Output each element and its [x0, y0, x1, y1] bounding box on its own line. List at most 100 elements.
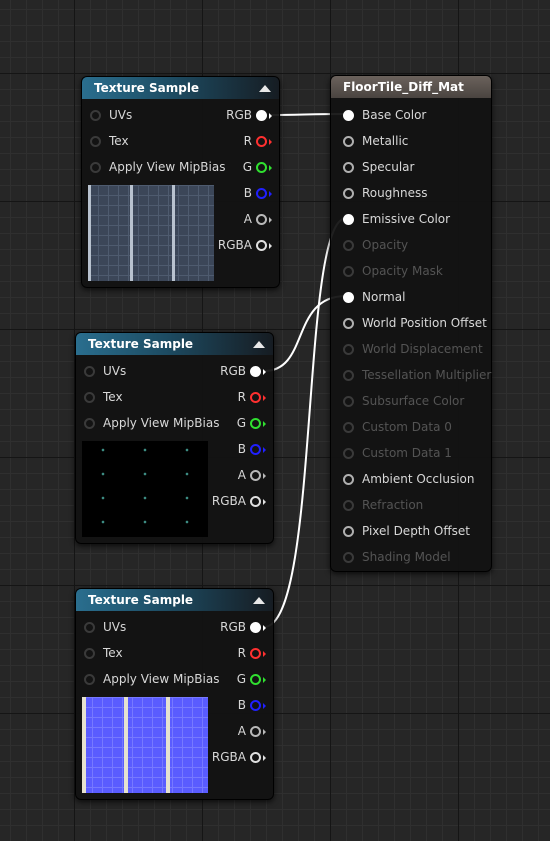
material-input-label: Emissive Color	[362, 212, 451, 226]
collapse-arrow-icon[interactable]	[253, 597, 265, 604]
a-output-label: A	[237, 468, 246, 482]
tex-input-pin[interactable]	[84, 648, 95, 659]
tex-input-pin[interactable]	[84, 392, 95, 403]
material-input-pin[interactable]	[343, 240, 354, 251]
tex-input-pin[interactable]	[90, 136, 101, 147]
g-output-pin[interactable]	[256, 162, 272, 173]
rgb-output-label: RGB	[220, 620, 246, 634]
g-output-pin[interactable]	[250, 674, 266, 685]
rgb-output-pin[interactable]	[256, 110, 272, 121]
material-input-pin[interactable]	[343, 396, 354, 407]
mipbias-label: Apply View MipBias	[103, 672, 220, 686]
b-output-pin[interactable]	[250, 444, 266, 455]
a-output-pin[interactable]	[250, 726, 266, 737]
tex-label: Tex	[103, 646, 123, 660]
r-output-pin[interactable]	[250, 392, 266, 403]
material-input-pin[interactable]	[343, 214, 354, 225]
uvs-input-pin[interactable]	[90, 110, 101, 121]
material-input-row[interactable]: Tessellation Multiplier	[331, 366, 491, 384]
material-input-row[interactable]: World Position Offset	[331, 314, 491, 332]
material-input-row[interactable]: Custom Data 1	[331, 444, 491, 462]
material-input-row[interactable]: Normal	[331, 288, 491, 306]
r-output-label: R	[243, 134, 252, 148]
a-output-pin[interactable]	[250, 470, 266, 481]
material-input-label: Ambient Occlusion	[362, 472, 475, 486]
collapse-arrow-icon[interactable]	[253, 341, 265, 348]
texture-preview-thumbnail	[88, 185, 214, 281]
material-node-header[interactable]: FloorTile_Diff_Mat	[331, 76, 491, 98]
rgb-output-pin[interactable]	[250, 366, 266, 377]
material-input-pin[interactable]	[343, 344, 354, 355]
material-input-row[interactable]: Refraction	[331, 496, 491, 514]
mipbias-input-pin[interactable]	[90, 162, 101, 173]
node-header[interactable]: Texture Sample	[82, 77, 279, 99]
material-input-row[interactable]: Pixel Depth Offset	[331, 522, 491, 540]
material-input-row[interactable]: Opacity	[331, 236, 491, 254]
g-output-label: G	[236, 672, 246, 686]
node-title: Texture Sample	[88, 337, 194, 351]
material-input-row[interactable]: Shading Model	[331, 548, 491, 566]
material-input-pin[interactable]	[343, 474, 354, 485]
mipbias-input-pin[interactable]	[84, 418, 95, 429]
material-input-pin[interactable]	[343, 370, 354, 381]
texture-preview-thumbnail	[82, 441, 208, 537]
material-input-label: Tessellation Multiplier	[362, 368, 492, 382]
material-input-label: Pixel Depth Offset	[362, 524, 470, 538]
node-header[interactable]: Texture Sample	[76, 333, 273, 355]
material-input-row[interactable]: Base Color	[331, 106, 491, 124]
rgba-output-label: RGBA	[217, 238, 252, 252]
rgba-output-pin[interactable]	[250, 752, 266, 763]
material-input-pin[interactable]	[343, 422, 354, 433]
r-output-pin[interactable]	[256, 136, 272, 147]
material-input-row[interactable]: Opacity Mask	[331, 262, 491, 280]
uvs-input-pin[interactable]	[84, 366, 95, 377]
material-input-pin[interactable]	[343, 266, 354, 277]
g-output-label: G	[236, 416, 246, 430]
material-input-row[interactable]: World Displacement	[331, 340, 491, 358]
texture-sample-node-3[interactable]: Texture Sample UVs RGB Tex R Apply View …	[75, 588, 274, 800]
material-input-row[interactable]: Roughness	[331, 184, 491, 202]
uvs-input-pin[interactable]	[84, 622, 95, 633]
material-input-label: Base Color	[362, 108, 427, 122]
material-input-label: Specular	[362, 160, 415, 174]
collapse-arrow-icon[interactable]	[259, 85, 271, 92]
material-input-pin[interactable]	[343, 448, 354, 459]
r-output-pin[interactable]	[250, 648, 266, 659]
material-input-row[interactable]: Custom Data 0	[331, 418, 491, 436]
rgb-output-pin[interactable]	[250, 622, 266, 633]
node-title: Texture Sample	[94, 81, 200, 95]
material-input-row[interactable]: Ambient Occlusion	[331, 470, 491, 488]
material-input-row[interactable]: Specular	[331, 158, 491, 176]
tex-label: Tex	[109, 134, 129, 148]
material-input-pin[interactable]	[343, 110, 354, 121]
material-input-pin[interactable]	[343, 318, 354, 329]
b-output-pin[interactable]	[250, 700, 266, 711]
g-output-pin[interactable]	[250, 418, 266, 429]
texture-sample-node-2[interactable]: Texture Sample UVs RGB Tex R Apply View …	[75, 332, 274, 544]
material-input-pin[interactable]	[343, 136, 354, 147]
rgba-output-pin[interactable]	[250, 496, 266, 507]
b-output-label: B	[237, 698, 246, 712]
mipbias-input-pin[interactable]	[84, 674, 95, 685]
uvs-label: UVs	[109, 108, 133, 122]
rgba-output-pin[interactable]	[256, 240, 272, 251]
material-input-label: Subsurface Color	[362, 394, 465, 408]
b-output-pin[interactable]	[256, 188, 272, 199]
a-output-pin[interactable]	[256, 214, 272, 225]
material-input-row[interactable]: Metallic	[331, 132, 491, 150]
material-input-row[interactable]: Emissive Color	[331, 210, 491, 228]
rgba-output-label: RGBA	[211, 494, 246, 508]
material-result-node[interactable]: FloorTile_Diff_Mat Base Color Metallic Spe…	[330, 75, 492, 572]
g-output-label: G	[242, 160, 252, 174]
material-input-pin[interactable]	[343, 292, 354, 303]
material-input-pin[interactable]	[343, 526, 354, 537]
material-input-pin[interactable]	[343, 188, 354, 199]
material-input-label: World Displacement	[362, 342, 483, 356]
material-input-label: Metallic	[362, 134, 409, 148]
material-input-row[interactable]: Subsurface Color	[331, 392, 491, 410]
material-input-pin[interactable]	[343, 500, 354, 511]
node-header[interactable]: Texture Sample	[76, 589, 273, 611]
material-input-pin[interactable]	[343, 162, 354, 173]
material-input-pin[interactable]	[343, 552, 354, 563]
texture-sample-node-1[interactable]: Texture Sample UVs RGB Tex R Apply View …	[81, 76, 280, 288]
